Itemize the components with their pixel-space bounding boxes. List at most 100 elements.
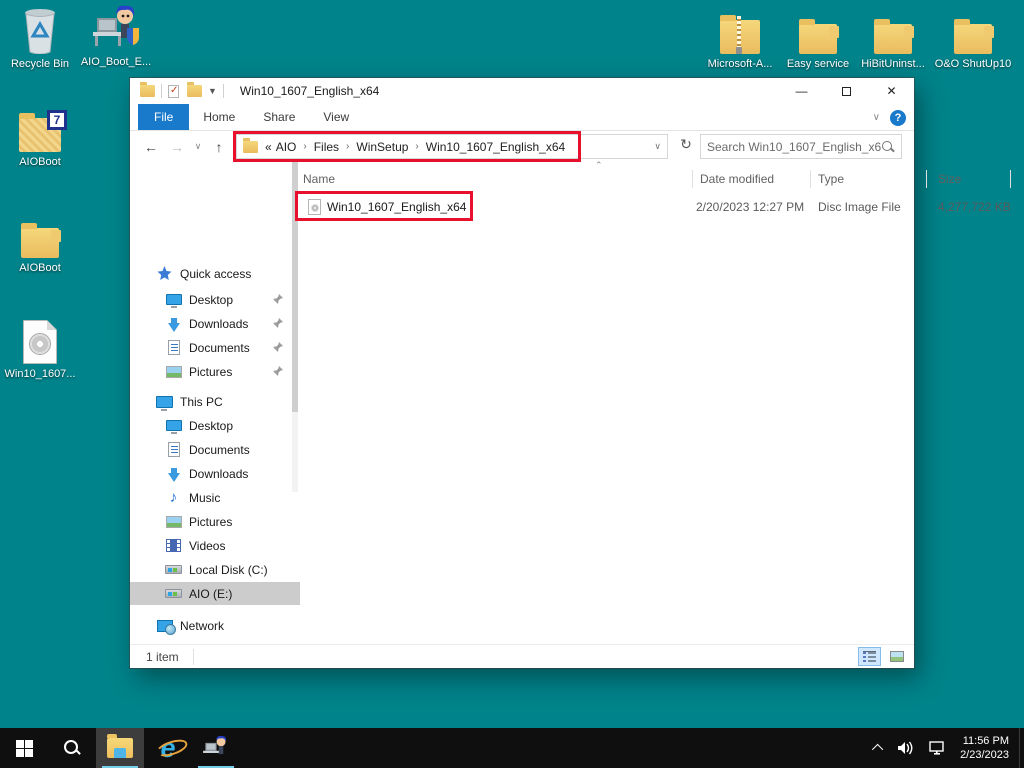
details-view-button[interactable] xyxy=(858,647,881,666)
close-button[interactable]: ✕ xyxy=(869,78,914,104)
desktop-icon-aioboot-folder[interactable]: AIOBoot xyxy=(0,210,80,275)
sidebar-item-downloads-qa[interactable]: Downloads xyxy=(130,312,300,335)
column-header-size[interactable]: Size xyxy=(938,168,1010,190)
sidebar-item-documents-qa[interactable]: Documents xyxy=(130,336,300,359)
desktop-icon-label: O&O ShutUp10 xyxy=(933,58,1013,71)
breadcrumb: « AIO › Files › WinSetup › Win10_1607_En… xyxy=(265,140,565,154)
desktop-icon-easy-service[interactable]: Easy service xyxy=(778,6,858,71)
file-explorer-window: ▼ Win10_1607_English_x64 — ✕ File Home S… xyxy=(130,78,914,668)
pin-icon xyxy=(272,293,284,305)
ribbon-tabs: File Home Share View ∨ ? xyxy=(130,104,914,131)
minimize-button[interactable]: — xyxy=(779,78,824,104)
sidebar-item-aio-e[interactable]: AIO (E:) xyxy=(130,582,300,605)
tab-share[interactable]: Share xyxy=(249,104,309,130)
breadcrumb-separator-icon[interactable]: › xyxy=(412,141,421,152)
sidebar-item-documents-pc[interactable]: Documents xyxy=(130,438,300,461)
breadcrumb-item[interactable]: AIO xyxy=(276,140,297,154)
desktop-icon-hibituninstaller[interactable]: HiBitUninst... xyxy=(853,6,933,71)
file-name-cell[interactable]: Win10_1607_English_x64 xyxy=(308,194,588,220)
tab-file[interactable]: File xyxy=(138,104,189,130)
tab-view[interactable]: View xyxy=(309,104,363,130)
sidebar-item-downloads-pc[interactable]: Downloads xyxy=(130,462,300,485)
sidebar-item-label: Videos xyxy=(189,539,225,553)
divider xyxy=(193,649,194,665)
aio-drive-icon xyxy=(165,586,182,602)
recent-locations-chevron-icon[interactable]: ∨ xyxy=(190,141,206,152)
item-count: 1 item xyxy=(146,650,179,664)
sidebar-item-label: Desktop xyxy=(189,293,233,307)
breadcrumb-item[interactable]: Win10_1607_English_x64 xyxy=(426,140,565,154)
column-divider[interactable] xyxy=(810,170,811,188)
show-desktop-button[interactable] xyxy=(1019,728,1024,768)
network-tray-icon[interactable] xyxy=(929,741,947,756)
sidebar-item-quick-access[interactable]: Quick access xyxy=(130,262,300,285)
up-button[interactable]: ↑ xyxy=(206,139,232,155)
breadcrumb-separator-icon[interactable]: › xyxy=(343,141,352,152)
search-icon[interactable] xyxy=(881,140,895,154)
taskbar-search-button[interactable] xyxy=(48,728,96,768)
breadcrumb-separator-icon[interactable]: › xyxy=(300,141,309,152)
breadcrumb-item[interactable]: WinSetup xyxy=(356,140,408,154)
desktop-icon-microsoft-activation-zip[interactable]: Microsoft-A... xyxy=(700,6,780,71)
breadcrumb-folder-icon xyxy=(243,141,258,153)
start-button[interactable] xyxy=(0,728,48,768)
sidebar-item-music[interactable]: ♪ Music xyxy=(130,486,300,509)
column-divider[interactable] xyxy=(1010,170,1011,188)
music-icon: ♪ xyxy=(165,490,182,506)
sidebar-item-pictures-pc[interactable]: Pictures xyxy=(130,510,300,533)
desktop-icon-aio-boot-extractor[interactable]: AIO_Boot_E... xyxy=(76,4,156,69)
properties-quick-icon[interactable] xyxy=(168,85,179,98)
expand-ribbon-chevron-icon[interactable]: ∨ xyxy=(873,112,880,123)
volume-icon[interactable] xyxy=(897,740,915,756)
pin-icon xyxy=(272,365,284,377)
new-folder-quick-icon[interactable] xyxy=(187,85,202,97)
address-bar[interactable]: « AIO › Files › WinSetup › Win10_1607_En… xyxy=(236,134,668,159)
desktop-icon-win10-iso[interactable]: Win10_1607... xyxy=(0,316,80,381)
breadcrumb-item[interactable]: Files xyxy=(314,140,339,154)
taskbar-file-explorer-button[interactable] xyxy=(96,728,144,768)
navigation-pane: Quick access Desktop Downloads Documents xyxy=(130,162,300,644)
sidebar-item-desktop-pc[interactable]: Desktop xyxy=(130,414,300,437)
large-icons-view-button[interactable] xyxy=(885,647,908,666)
desktop-icon-oo-shutup10[interactable]: O&O ShutUp10 xyxy=(933,6,1013,71)
customize-qat-chevron-icon[interactable]: ▼ xyxy=(208,86,217,96)
sidebar-item-network[interactable]: Network xyxy=(130,614,300,637)
sidebar-item-videos[interactable]: Videos xyxy=(130,534,300,557)
desktop-icon-label: AIOBoot xyxy=(0,262,80,275)
column-header-date-modified[interactable]: Date modified xyxy=(700,168,810,190)
sidebar-item-pictures-qa[interactable]: Pictures xyxy=(130,360,300,383)
aio-boot-app-icon xyxy=(202,735,230,762)
zip-folder-icon xyxy=(700,6,780,54)
maximize-button[interactable] xyxy=(824,78,869,104)
tray-clock[interactable]: 11:56 PM 2/23/2023 xyxy=(960,734,1009,762)
sidebar-item-local-disk-c[interactable]: Local Disk (C:) xyxy=(130,558,300,581)
forward-button[interactable]: → xyxy=(164,139,190,155)
sidebar-item-desktop-qa[interactable]: Desktop xyxy=(130,288,300,311)
desktop: Recycle Bin AIO_Boot_E... 7 AIOB xyxy=(0,0,1024,768)
breadcrumb-collapsed[interactable]: « xyxy=(265,140,272,154)
column-divider[interactable] xyxy=(692,170,693,188)
help-icon[interactable]: ? xyxy=(890,110,906,126)
taskbar-aio-boot-button[interactable] xyxy=(192,728,240,768)
file-row[interactable]: Win10_1607_English_x64 2/20/2023 12:27 P… xyxy=(300,194,904,220)
address-dropdown-chevron-icon[interactable]: ∨ xyxy=(654,141,661,152)
column-divider[interactable] xyxy=(926,170,927,188)
back-button[interactable]: ← xyxy=(138,139,164,155)
sidebar-item-this-pc[interactable]: This PC xyxy=(130,390,300,413)
search-input[interactable]: Search Win10_1607_English_x64 xyxy=(700,134,902,159)
sidebar-item-label: Pictures xyxy=(189,365,232,379)
tab-home[interactable]: Home xyxy=(189,104,249,130)
7zip-archive-folder-icon: 7 xyxy=(0,104,80,152)
refresh-icon[interactable]: ↻ xyxy=(675,136,697,153)
taskbar-internet-explorer-button[interactable]: e xyxy=(144,728,192,768)
nav-scrollbar[interactable] xyxy=(292,162,298,492)
column-header-type[interactable]: Type xyxy=(818,168,923,190)
title-bar[interactable]: ▼ Win10_1607_English_x64 — ✕ xyxy=(130,78,914,104)
folder-icon xyxy=(778,6,858,54)
column-header-name[interactable]: Name xyxy=(303,168,563,190)
desktop-icon-recycle-bin[interactable]: Recycle Bin xyxy=(0,6,80,71)
desktop-icon-aioboot-archive[interactable]: 7 AIOBoot xyxy=(0,104,80,169)
internet-explorer-icon: e xyxy=(160,735,175,762)
show-hidden-icons-chevron[interactable] xyxy=(875,744,883,752)
recycle-bin-icon xyxy=(0,6,80,54)
